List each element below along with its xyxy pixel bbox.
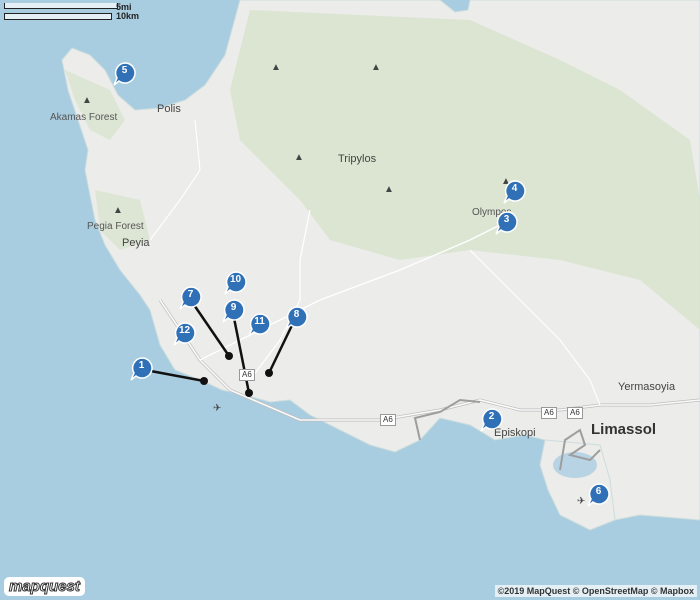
map-marker-1[interactable]: 1 — [130, 357, 154, 381]
logo-text: mapquest — [9, 578, 81, 596]
marker-number: 1 — [138, 360, 145, 371]
road-shield: A6 — [567, 407, 583, 419]
marker-number: 3 — [503, 214, 510, 225]
marker-number: 2 — [488, 411, 495, 422]
map-marker-10[interactable]: 10 — [224, 271, 248, 295]
place-label-polis: Polis — [157, 103, 181, 115]
marker-endpoint — [225, 352, 233, 360]
marker-number: 10 — [229, 274, 242, 285]
place-label-pegia-forest: Pegia Forest — [87, 221, 144, 232]
marker-number: 7 — [187, 289, 194, 300]
marker-endpoint — [245, 389, 253, 397]
airport-icon: ✈ — [577, 496, 586, 507]
place-label-limassol: Limassol — [591, 421, 657, 438]
place-label-tripylos: Tripylos — [338, 153, 377, 165]
map-marker-11[interactable]: 11 — [248, 313, 272, 337]
forest-icon: ▲ — [384, 184, 394, 195]
map-marker-9[interactable]: 9 — [222, 299, 246, 323]
marker-number: 9 — [230, 302, 237, 313]
map-marker-4[interactable]: 4 — [503, 180, 527, 204]
map-attribution[interactable]: ©2019 MapQuest © OpenStreetMap © Mapbox — [494, 585, 697, 597]
place-label-peyia: Peyia — [122, 237, 150, 249]
map-marker-6[interactable]: 6 — [587, 483, 611, 507]
marker-number: 12 — [178, 325, 191, 336]
forest-icon: ▲ — [271, 62, 281, 73]
mapquest-logo[interactable]: mapquest — [4, 577, 85, 596]
marker-number: 8 — [293, 309, 300, 320]
scale-bar: 5mi 10km — [2, 2, 139, 24]
road-shield: A6 — [380, 414, 396, 426]
place-label-akamas: Akamas Forest — [50, 112, 118, 123]
forest-icon: ▲ — [294, 152, 304, 163]
marker-number: 4 — [511, 183, 518, 194]
marker-endpoint — [200, 377, 208, 385]
map-canvas[interactable] — [0, 0, 700, 600]
marker-number: 6 — [595, 486, 602, 497]
scale-bar-miles — [4, 3, 118, 9]
scale-bar-km — [4, 13, 112, 20]
forest-icon: ▲ — [82, 95, 92, 106]
scale-label-km: 10km — [116, 11, 140, 21]
road-shield: A6 — [239, 369, 255, 381]
forest-icon: ▲ — [371, 62, 381, 73]
map-marker-2[interactable]: 2 — [480, 408, 504, 432]
marker-number: 5 — [121, 65, 128, 76]
map-marker-7[interactable]: 7 — [179, 286, 203, 310]
map-marker-8[interactable]: 8 — [285, 306, 309, 330]
place-label-yermasoyia: Yermasoyia — [618, 381, 676, 393]
marker-number: 11 — [254, 316, 265, 327]
road-shield: A6 — [541, 407, 557, 419]
marker-endpoint — [265, 369, 273, 377]
airport-icon: ✈ — [213, 403, 222, 414]
map-marker-12[interactable]: 12 — [173, 322, 197, 346]
map-marker-5[interactable]: 5 — [113, 62, 137, 86]
forest-icon: ▲ — [113, 205, 123, 216]
map-marker-3[interactable]: 3 — [495, 211, 519, 235]
